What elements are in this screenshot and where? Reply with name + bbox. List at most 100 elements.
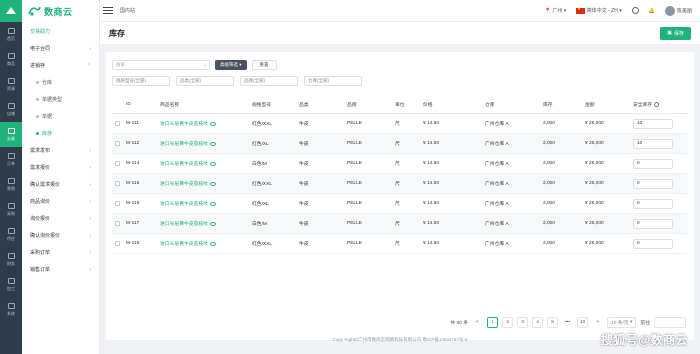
settings-icon[interactable]	[654, 102, 660, 108]
rail-item-8[interactable]: 供应	[0, 222, 22, 247]
product-link[interactable]: 进口头层黄牛皮荔枝纹	[160, 242, 208, 247]
cell-name[interactable]: 进口头层黄牛皮荔枝纹	[160, 180, 252, 187]
eye-icon[interactable]	[209, 141, 216, 146]
sidebar-item-6[interactable]: 询价报价 ›	[22, 210, 99, 227]
sidebar-subitem-1[interactable]: 单据类型	[22, 91, 99, 108]
product-link[interactable]: 进口头层黄牛皮荔枝纹	[160, 182, 208, 187]
rail-item-3[interactable]: 店铺	[0, 97, 22, 122]
rail-item-7[interactable]: 采购	[0, 197, 22, 222]
sidebar-item-3[interactable]: 需求报价 ›	[22, 159, 99, 176]
header-amount[interactable]: 金额	[585, 101, 633, 108]
product-link[interactable]: 进口头层黄牛皮荔枝纹	[160, 122, 208, 127]
brand[interactable]: 数商云	[22, 0, 99, 22]
row-checkbox[interactable]	[115, 181, 120, 186]
page-button[interactable]: 3	[517, 317, 529, 328]
rail-item-6[interactable]: 营销	[0, 172, 22, 197]
safety-stock-input[interactable]: 0	[633, 158, 673, 169]
sidebar-subitem-3[interactable]: 库存	[22, 125, 99, 142]
header-spec[interactable]: 规格型号	[252, 101, 299, 108]
rail-item-2[interactable]: 资源	[0, 72, 22, 97]
page-button[interactable]: 5	[547, 317, 559, 328]
header-name[interactable]: 商品名称	[160, 101, 252, 108]
rail-item-10[interactable]: 加工	[0, 272, 22, 297]
search-icon[interactable]: ⌕	[203, 63, 206, 68]
product-link[interactable]: 进口头层黄牛皮荔枝纹	[160, 202, 208, 207]
sidebar-item-0[interactable]: 电子合同 ›	[22, 40, 99, 57]
eye-icon[interactable]	[209, 221, 216, 226]
sidebar-subitem-0[interactable]: 仓库	[22, 74, 99, 91]
eye-icon[interactable]	[209, 241, 216, 246]
header-category[interactable]: 品类	[299, 101, 347, 108]
rail-item-9[interactable]: 财务	[0, 247, 22, 272]
row-checkbox[interactable]	[115, 141, 120, 146]
sidebar-item-4[interactable]: 确认需求报价 ›	[22, 176, 99, 193]
table-row[interactable]: M-117 进口头层黄牛皮荔枝纹 白色/M 牛皮 PELLE 尺 ¥ 14.50 广州仓库 A…	[112, 214, 688, 234]
sidebar-item-1[interactable]: 进销存 ⌃	[22, 57, 99, 74]
warehouse-select[interactable]: 仓库(全部)	[304, 76, 362, 86]
page-button[interactable]: 4	[532, 317, 544, 328]
table-row[interactable]: M-114 进口头层黄牛皮荔枝纹 白色/M 牛皮 PELLE 尺 ¥ 14.50 广州仓库 A…	[112, 154, 688, 174]
product-link[interactable]: 进口头层黄牛皮荔枝纹	[160, 162, 208, 167]
save-button[interactable]: ▣ 保存	[660, 26, 691, 40]
page-button[interactable]: 10	[577, 317, 589, 328]
sidebar-item-5[interactable]: 商品询价 ›	[22, 193, 99, 210]
cell-name[interactable]: 进口头层黄牛皮荔枝纹	[160, 160, 252, 167]
row-checkbox[interactable]	[115, 161, 120, 166]
sidebar-subitem-2[interactable]: 单据	[22, 108, 99, 125]
safety-stock-input[interactable]: 0	[633, 238, 673, 249]
page-button[interactable]: 1	[487, 317, 499, 328]
advanced-filter-button[interactable]: 高级筛选 ▾	[215, 60, 247, 70]
row-checkbox[interactable]	[115, 221, 120, 226]
app-logo[interactable]	[0, 0, 22, 22]
site-domain[interactable]: 国内站	[120, 7, 135, 14]
eye-icon[interactable]	[209, 121, 216, 126]
cell-name[interactable]: 进口头层黄牛皮荔枝纹	[160, 120, 252, 127]
product-link[interactable]: 进口头层黄牛皮荔枝纹	[160, 222, 208, 227]
cell-name[interactable]: 进口头层黄牛皮荔枝纹	[160, 200, 252, 207]
goto-page-input[interactable]	[654, 317, 686, 328]
category-select[interactable]: 品类(全部)	[176, 76, 234, 86]
spec-select[interactable]: 规格型号(全部)	[112, 76, 170, 86]
page-size-select[interactable]: 10 条/页 ▾	[607, 317, 637, 328]
user-menu[interactable]: 陈美丽	[664, 5, 692, 16]
brand-select[interactable]: 品牌(全部)	[240, 76, 298, 86]
safety-stock-input[interactable]: 10	[633, 138, 673, 149]
sidebar-item-2[interactable]: 需求发布 ›	[22, 142, 99, 159]
eye-icon[interactable]	[209, 161, 216, 166]
row-checkbox[interactable]	[115, 121, 120, 126]
next-page-button[interactable]: >	[592, 317, 603, 328]
more-pages-icon[interactable]: •••	[562, 317, 573, 328]
eye-icon[interactable]	[209, 181, 216, 186]
table-row[interactable]: M-116 进口头层黄牛皮荔枝纹 红色/XL 牛皮 PELLE 尺 ¥ 14.50 广州仓库 …	[112, 194, 688, 214]
table-row[interactable]: M-118 进口头层黄牛皮荔枝纹 红色/XXL 牛皮 PELLE 尺 ¥ 14.50 广州仓库…	[112, 234, 688, 254]
sidebar-item-8[interactable]: 采购订单 ›	[22, 244, 99, 261]
safety-stock-input[interactable]: 0	[633, 198, 673, 209]
product-link[interactable]: 进口头层黄牛皮荔枝纹	[160, 142, 208, 147]
header-id[interactable]: ID	[126, 102, 160, 107]
menu-toggle-icon[interactable]	[103, 7, 113, 14]
sidebar-item-9[interactable]: 销售订单 ›	[22, 261, 99, 278]
header-price[interactable]: 价格	[423, 101, 485, 108]
prev-page-button[interactable]: <	[472, 317, 483, 328]
row-checkbox[interactable]	[115, 241, 120, 246]
rail-item-1[interactable]: 商品	[0, 47, 22, 72]
location-selector[interactable]: 📍 广州 ▾	[545, 7, 567, 14]
sidebar-item-7[interactable]: 确认询价报价 ›	[22, 227, 99, 244]
safety-stock-input[interactable]: 10	[633, 118, 673, 129]
reset-button[interactable]: 重置	[251, 60, 277, 70]
rail-item-0[interactable]: 首页	[0, 22, 22, 47]
language-selector[interactable]: 简体中文 - ZH ▾	[576, 6, 622, 14]
safety-stock-input[interactable]: 0	[633, 178, 673, 189]
page-button[interactable]: 2	[502, 317, 514, 328]
header-stock[interactable]: 库存	[543, 101, 585, 108]
rail-item-11[interactable]: 系统	[0, 297, 22, 322]
rail-item-4[interactable]: 交易	[0, 122, 22, 147]
row-checkbox[interactable]	[115, 201, 120, 206]
table-row[interactable]: M-111 进口头层黄牛皮荔枝纹 红色/XXL 牛皮 PELLE 尺 ¥ 14.50 广州仓库…	[112, 114, 688, 134]
header-brand[interactable]: 品牌	[347, 101, 395, 108]
cell-name[interactable]: 进口头层黄牛皮荔枝纹	[160, 240, 252, 247]
table-row[interactable]: M-115 进口头层黄牛皮荔枝纹 红色/XXL 牛皮 PELLE 尺 ¥ 14.50 广州仓库…	[112, 174, 688, 194]
cell-name[interactable]: 进口头层黄牛皮荔枝纹	[160, 140, 252, 147]
table-row[interactable]: M-112 进口头层黄牛皮荔枝纹 红色/XL 牛皮 PELLE 尺 ¥ 14.50 广州仓库 …	[112, 134, 688, 154]
rail-item-5[interactable]: 订单	[0, 147, 22, 172]
